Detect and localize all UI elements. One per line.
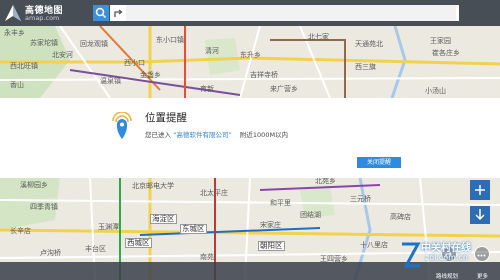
map-label: 吉祥寺桥 (250, 71, 278, 79)
map-label: 和平里 (270, 199, 291, 207)
map-label: 团结湖 (300, 211, 321, 219)
map-label: 北安河 (52, 51, 73, 59)
watermark-title: 中关村在线 (421, 243, 471, 254)
map-label: 西三旗 (355, 63, 376, 71)
map-label: 清河 (205, 47, 219, 55)
dialog-title: 位置提醒 (145, 112, 187, 124)
map-label: 王家园 (430, 37, 451, 45)
map-label: 长辛店 (10, 227, 31, 235)
map-label: 育新 (200, 85, 214, 93)
map-label: 东小口镇 (156, 36, 184, 44)
map-label: 来广营乡 (270, 85, 298, 93)
map-label: 天通苑北 (355, 40, 383, 48)
map-label: 宋家庄 (260, 221, 281, 229)
map-label: 三元桥 (350, 195, 371, 203)
dialog-message: 您已进入 “高德软件有限公司” 附近1000M以内 (145, 129, 288, 139)
map-label: 小汤山 (425, 87, 446, 95)
map-label: 十八里店 (360, 241, 388, 249)
zoom-in-button[interactable] (470, 180, 490, 200)
map-label: 北苑乡 (315, 177, 336, 185)
map-label: 香山 (10, 81, 24, 89)
map-label: 苏家坨镇 (30, 39, 58, 47)
district-label: 朝阳区 (258, 241, 285, 251)
map-label: 西小口 (124, 59, 145, 67)
dialog-message-place: “高德软件有限公司” (173, 131, 232, 139)
close-reminder-button[interactable]: 关闭提醒 (357, 157, 401, 168)
district-label: 海淀区 (150, 214, 177, 224)
plus-icon (475, 185, 485, 195)
district-label: 西城区 (125, 238, 152, 248)
district-label: 东城区 (180, 224, 207, 234)
map-label: 金盏乡 (140, 71, 161, 79)
map-label: 丰台区 (85, 245, 106, 253)
search-button[interactable] (93, 5, 109, 21)
search-input[interactable] (126, 5, 456, 21)
map-label: 北太平庄 (200, 189, 228, 197)
map-label: 崔各庄乡 (432, 49, 460, 57)
top-bar: 高德地图 amap.com (0, 0, 500, 26)
route-button[interactable] (110, 5, 126, 21)
amap-logo-icon (5, 5, 21, 21)
map-label: 永丰乡 (4, 29, 25, 37)
map-label: 四季青镇 (30, 203, 58, 211)
dialog-message-suffix: 附近1000M以内 (239, 131, 289, 139)
location-pin-icon (112, 112, 132, 139)
zoom-out-button[interactable] (470, 206, 490, 224)
more-label: 更多 (477, 274, 489, 280)
map-label: 玉渊潭 (98, 223, 119, 231)
route-plan-label: 路线规划 (436, 274, 459, 280)
search-icon (95, 7, 107, 19)
map-label: 溪柳园乡 (20, 181, 48, 189)
map-label: 北七家 (308, 33, 329, 41)
map-label: 温泉镇 (100, 77, 121, 85)
map-label: 卢沟桥 (40, 249, 61, 257)
app-subtitle: amap.com (25, 14, 60, 22)
map-label: 回龙观镇 (80, 40, 108, 48)
search-field-edge (456, 5, 459, 21)
map-label: 东升乡 (240, 51, 261, 59)
arrow-down-icon (475, 209, 485, 221)
map-label: 北京邮电大学 (132, 182, 174, 190)
dialog-message-prefix: 您已进入 (145, 131, 171, 139)
map-label: 西北旺镇 (10, 62, 38, 70)
watermark-subtitle: zol.com.cn (425, 253, 468, 262)
map-label: 南苑 (200, 253, 214, 261)
route-arrow-icon (114, 9, 123, 17)
map-label: 高碑店 (390, 213, 411, 221)
